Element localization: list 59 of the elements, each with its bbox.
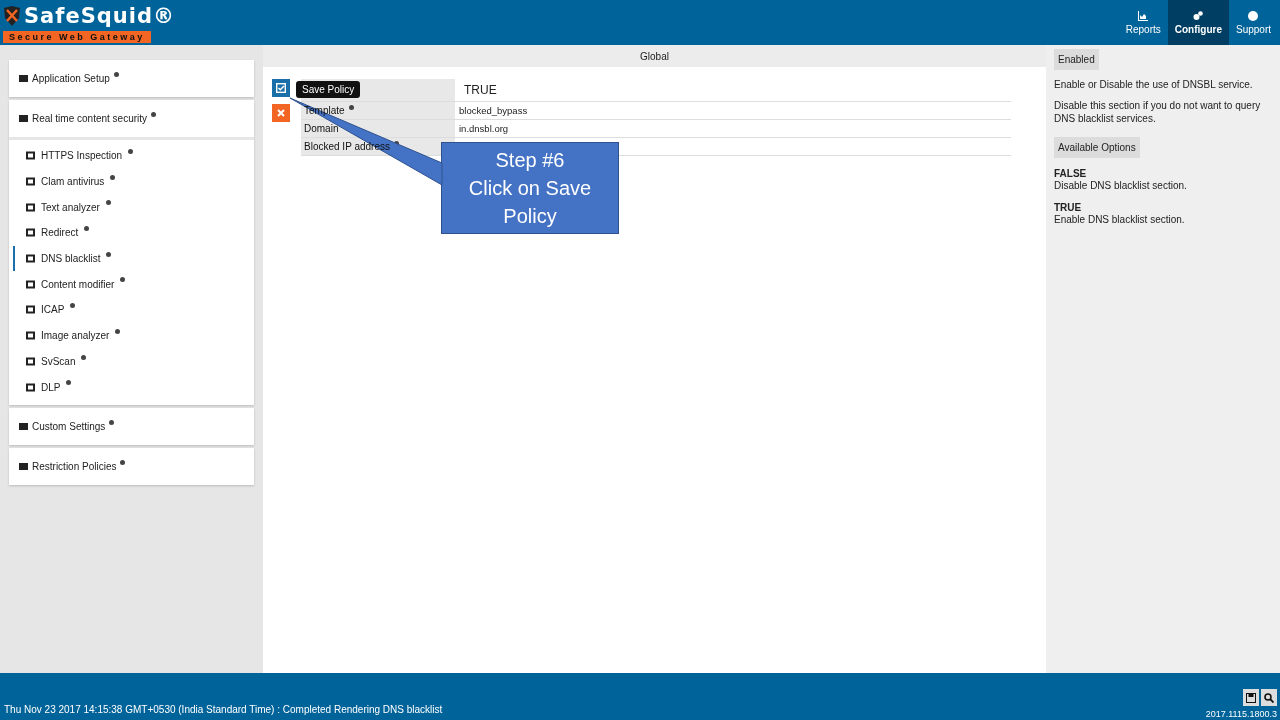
sidebar-section[interactable]: Custom Settings: [9, 407, 254, 445]
sidebar-section[interactable]: Real time content security: [9, 100, 254, 137]
info-icon: [115, 328, 121, 334]
close-icon: [277, 109, 285, 117]
field-value[interactable]: TRUE: [455, 83, 497, 97]
option-description: Enable DNS blacklist section.: [1054, 214, 1186, 226]
info-icon: [120, 277, 126, 283]
breadcrumb: Global: [263, 45, 1046, 67]
sidebar-item[interactable]: DLP: [13, 374, 254, 400]
option-name: TRUE: [1054, 202, 1083, 214]
info-icon: [84, 226, 90, 232]
option-description: Disable DNS blacklist section.: [1054, 180, 1188, 192]
sidebar-item[interactable]: Content modifier: [13, 271, 254, 298]
info-icon: [81, 354, 87, 360]
help-text: Enable or Disable the use of DNSBL service.: [1054, 78, 1254, 91]
info-icon: [109, 419, 115, 425]
info-icon: [113, 72, 119, 77]
chart-icon: [1138, 10, 1149, 21]
field-value[interactable]: in.dnsbl.org: [455, 123, 509, 134]
floppy-icon: [1246, 692, 1256, 703]
nav-tab[interactable]: Support: [1228, 0, 1278, 45]
info-icon: [70, 303, 76, 309]
field-value[interactable]: blocked_bypass: [455, 105, 528, 116]
info-icon: [348, 105, 354, 110]
help-title: Enabled: [1054, 49, 1099, 70]
info-icon: [105, 200, 111, 206]
info-icon: [110, 174, 116, 180]
version-text: 2017.1115.1800.3: [1205, 709, 1277, 719]
nav-tab[interactable]: Reports: [1118, 0, 1168, 45]
shield-tools-icon: [3, 5, 21, 26]
save-button[interactable]: [1243, 689, 1259, 706]
info-icon: [151, 112, 157, 117]
sidebar-item[interactable]: Text analyzer: [13, 194, 254, 221]
sidebar-item[interactable]: Redirect: [13, 220, 254, 246]
info-icon: [128, 149, 134, 154]
sidebar-item[interactable]: Image analyzer: [13, 322, 254, 349]
sidebar-item[interactable]: ICAP: [13, 297, 254, 323]
sidebar-item[interactable]: DNS blacklist: [13, 245, 254, 272]
sidebar-section[interactable]: Restriction Policies: [9, 447, 254, 485]
info-icon: [106, 251, 112, 257]
sidebar-item[interactable]: SvScan: [13, 348, 254, 375]
logo-text: SafeSquid®: [24, 3, 175, 28]
callout: Step #6 Click on Save Policy: [441, 142, 619, 234]
help-subtitle: Available Options: [1054, 137, 1140, 158]
checkbox-icon: [276, 83, 286, 93]
info-icon: [66, 380, 72, 386]
help-text: Disable this section if you do not want to query DNS blacklist services.: [1054, 99, 1262, 125]
option-name: FALSE: [1054, 168, 1088, 180]
sidebar-section[interactable]: Application Setup: [9, 60, 254, 97]
nav-tab[interactable]: Configure: [1167, 0, 1229, 45]
sidebar-item[interactable]: Clam antivirus: [13, 168, 254, 195]
sidebar-item[interactable]: HTTPS Inspection: [13, 143, 254, 169]
info-icon: [120, 459, 126, 465]
logo-tagline: Secure Web Gateway: [3, 31, 151, 44]
tooltip: Save Policy: [296, 81, 361, 98]
search-icon: [1264, 692, 1274, 703]
search-button[interactable]: [1261, 689, 1277, 706]
delete-button[interactable]: [272, 104, 290, 122]
status-message: Thu Nov 23 2017 14:15:38 GMT+0530 (India Standard Time) : Completed Rendering DNS blacklist: [4, 704, 443, 715]
